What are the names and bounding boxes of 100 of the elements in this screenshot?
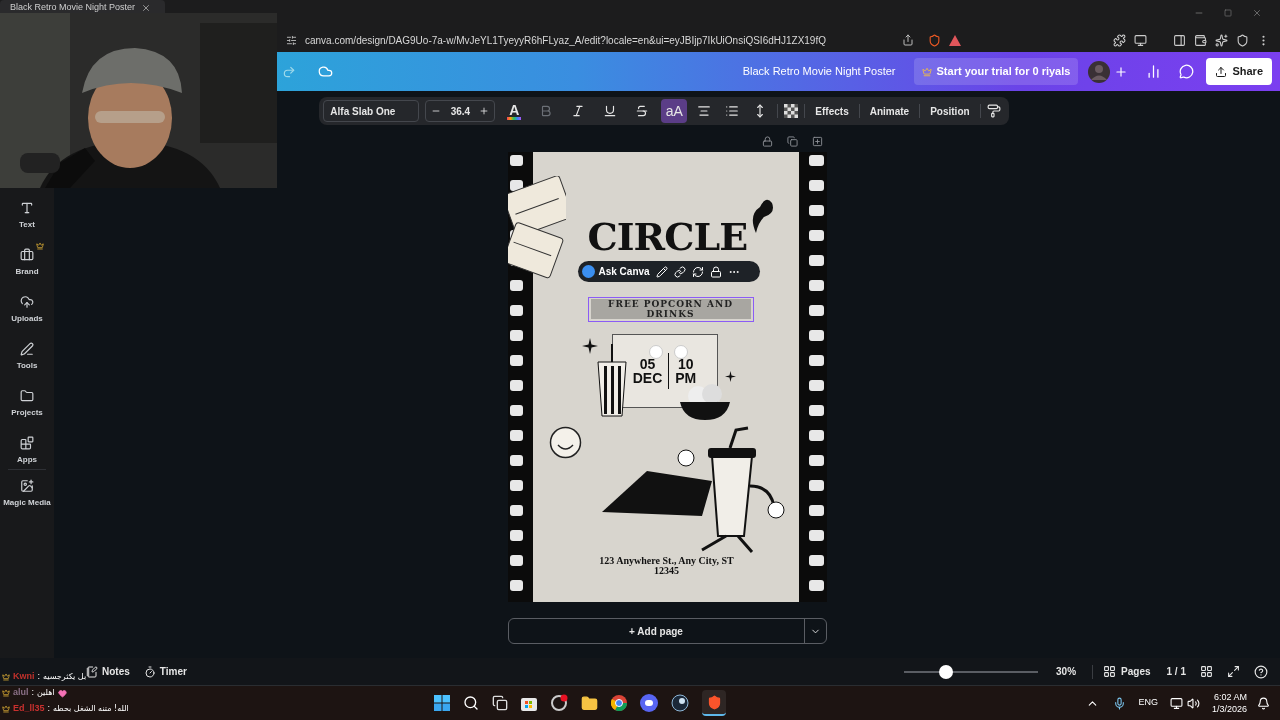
sidebar-icon[interactable] <box>1173 33 1186 47</box>
chat-app-icon[interactable] <box>640 694 659 712</box>
ask-canva-button[interactable]: Ask Canva <box>581 264 650 279</box>
add-page-icon[interactable] <box>811 136 823 147</box>
crown-icon <box>2 705 10 713</box>
sidebar-item[interactable]: Projects <box>2 383 52 419</box>
share-button[interactable]: Share <box>1206 58 1272 85</box>
sidebar-item[interactable]: Magic Media <box>2 473 52 509</box>
sidebar-item[interactable]: Apps <box>2 430 52 466</box>
active-app-tile[interactable] <box>702 690 727 716</box>
url-field[interactable]: canva.com/design/DAG9Uo-7a-w/MvJeYL1TyeyyR6hFLyaz_A/edit?locale=en&ui=eyJBIjp7IkUiOnsiQSI6dHJ1ZX19fQ <box>305 32 826 48</box>
sidebar-item[interactable]: Tools <box>2 336 52 372</box>
crown-icon <box>36 242 44 250</box>
sidebar-item[interactable]: Text <box>2 195 52 231</box>
crown-icon <box>921 66 932 77</box>
game-app-icon[interactable] <box>671 694 690 712</box>
browser-icon[interactable] <box>611 695 628 711</box>
upload-icon <box>1215 65 1228 78</box>
store-icon[interactable] <box>521 695 538 711</box>
date-day: 05 <box>639 357 656 371</box>
record-app-icon[interactable] <box>550 694 569 712</box>
case-button[interactable]: aA <box>661 99 688 123</box>
underline-icon <box>603 104 618 118</box>
link-icon[interactable] <box>673 265 686 278</box>
uploads-icon <box>20 295 34 309</box>
sidebar-item[interactable]: Uploads <box>2 289 52 325</box>
chat-message: بل يكثرجسيه <box>43 671 87 683</box>
zoom-slider-thumb[interactable] <box>938 664 953 679</box>
pages-icon <box>1103 665 1117 678</box>
paint-roller-icon[interactable] <box>986 104 1001 118</box>
increase-icon[interactable] <box>479 106 490 116</box>
chat-separator: : <box>37 670 40 684</box>
trial-button[interactable]: Start your trial for 0 riyals <box>913 58 1079 85</box>
page-count: 1 / 1 <box>1166 665 1186 679</box>
chart-icon[interactable] <box>1146 64 1162 79</box>
close-icon[interactable] <box>1252 8 1262 18</box>
edit-icon[interactable] <box>655 265 668 278</box>
notification-icon[interactable] <box>1257 696 1270 710</box>
volume-icon[interactable] <box>1186 696 1200 710</box>
tab-title: Black Retro Movie Night Poster <box>10 1 136 15</box>
cloud-icon[interactable] <box>318 64 333 79</box>
monitor-icon[interactable] <box>1134 33 1147 47</box>
wallet-icon[interactable] <box>1194 33 1207 47</box>
design-title[interactable]: Black Retro Movie Night Poster <box>742 63 896 80</box>
share-icon[interactable] <box>902 34 914 46</box>
brand-icon <box>20 248 34 262</box>
pages-button[interactable]: Pages <box>1103 664 1151 679</box>
triangle-icon[interactable] <box>949 34 961 46</box>
chat-username: Ed_ll35 <box>13 702 45 716</box>
zoom-reading[interactable]: 30% <box>1056 664 1077 679</box>
folder-icon[interactable] <box>581 694 599 712</box>
microphone-icon[interactable] <box>1113 696 1127 710</box>
text-color-button[interactable]: A <box>501 99 528 123</box>
grid-view-icon[interactable] <box>1200 665 1213 678</box>
lock-icon[interactable] <box>709 265 722 278</box>
time-hour: 10 <box>678 357 694 371</box>
italic-icon <box>571 104 586 118</box>
notes-button[interactable]: Notes <box>86 664 130 679</box>
shield-icon[interactable] <box>1236 33 1249 47</box>
toolbar-menu-button[interactable]: Effects <box>811 103 853 119</box>
sparkle-icon[interactable] <box>1215 33 1228 47</box>
lion-shield-icon <box>706 694 722 710</box>
heart-icon <box>57 688 67 698</box>
clock-date[interactable]: 1/3/2026 <box>1211 703 1247 715</box>
language-indicator[interactable]: ENG <box>1138 696 1158 710</box>
transparency-icon[interactable] <box>784 104 799 118</box>
font-size-field[interactable]: 36.4 <box>450 103 471 119</box>
tools-icon <box>20 342 34 356</box>
zoom-slider-track[interactable] <box>904 664 1039 679</box>
list-icon[interactable] <box>725 104 740 118</box>
plus-icon[interactable] <box>1114 64 1129 79</box>
sidebar-item[interactable]: Brand <box>2 242 52 278</box>
font-field[interactable]: Alfa Slab One <box>323 100 420 122</box>
timer-button[interactable]: Timer <box>143 664 187 679</box>
time-period: PM <box>675 371 697 385</box>
poster-title: CIRCLE <box>587 218 748 256</box>
fullscreen-icon[interactable] <box>1227 665 1240 678</box>
close-icon[interactable] <box>141 3 152 13</box>
network-icon[interactable] <box>1169 696 1183 710</box>
site-settings-icon[interactable] <box>286 34 297 46</box>
notes-icon <box>86 665 98 678</box>
timer-icon <box>143 665 156 678</box>
crown-icon <box>2 689 10 697</box>
extensions-icon[interactable] <box>1113 33 1126 47</box>
chat-separator: : <box>31 686 35 700</box>
duplicate-icon[interactable] <box>786 136 798 147</box>
search-icon[interactable] <box>463 695 480 711</box>
comment-icon[interactable] <box>1179 64 1195 79</box>
color-swatch-icon <box>507 116 522 120</box>
task-view-icon[interactable] <box>492 695 509 711</box>
help-icon[interactable] <box>1254 664 1268 679</box>
sparkle-icon <box>581 338 598 354</box>
windows-start-icon[interactable] <box>434 695 451 711</box>
clock-time[interactable]: 6:02 AM <box>1213 691 1247 703</box>
shield-icon[interactable] <box>928 33 941 47</box>
toolbar-menu-button[interactable]: Animate <box>865 103 914 119</box>
smiley-icon <box>548 426 582 459</box>
align-center-icon[interactable] <box>697 104 712 118</box>
date-month: DEC <box>632 371 663 385</box>
toolbar-menu-button[interactable]: Position <box>926 103 974 119</box>
